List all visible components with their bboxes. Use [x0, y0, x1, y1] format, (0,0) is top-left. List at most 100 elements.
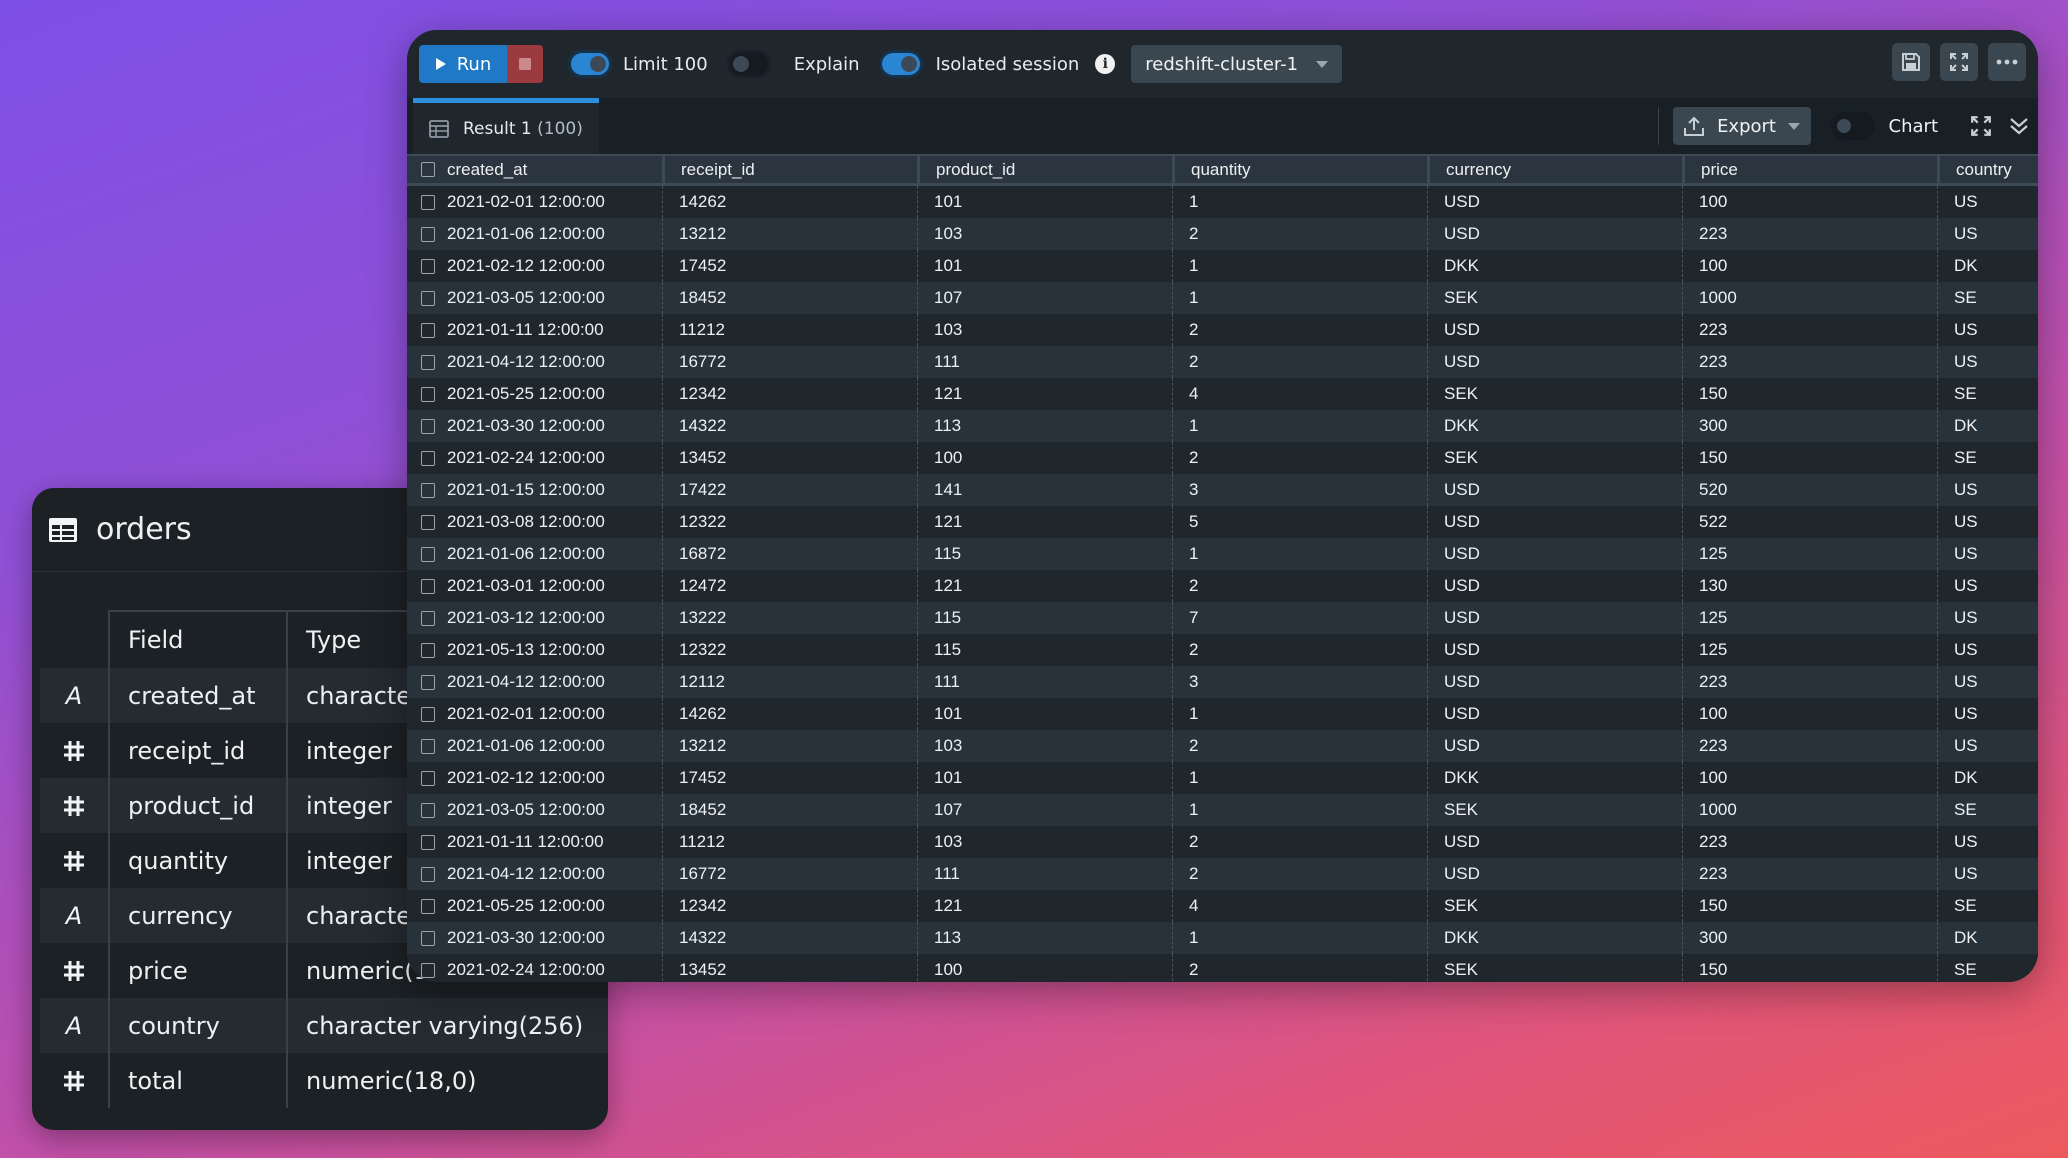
- row-checkbox[interactable]: [421, 610, 435, 626]
- cluster-select-value: redshift-cluster-1: [1145, 53, 1299, 75]
- cell-receipt-id: 16872: [662, 538, 917, 570]
- table-row[interactable]: 2021-03-12 12:00:00 13222 115 7 USD 125 US: [407, 602, 2038, 634]
- table-row[interactable]: 2021-02-24 12:00:00 13452 100 2 SEK 150 SE: [407, 954, 2038, 982]
- cell-currency: SEK: [1427, 442, 1682, 474]
- row-checkbox[interactable]: [421, 226, 435, 242]
- limit-toggle[interactable]: [571, 53, 609, 75]
- row-checkbox[interactable]: [421, 386, 435, 402]
- row-checkbox[interactable]: [421, 258, 435, 274]
- row-checkbox[interactable]: [421, 866, 435, 882]
- table-row[interactable]: 2021-01-06 12:00:00 13212 103 2 USD 223 US: [407, 730, 2038, 762]
- cell-price: 125: [1682, 602, 1937, 634]
- cell-receipt-id: 18452: [662, 282, 917, 314]
- table-row[interactable]: 2021-04-12 12:00:00 16772 111 2 USD 223 US: [407, 346, 2038, 378]
- number-type-icon: [40, 833, 108, 888]
- table-row[interactable]: 2021-03-30 12:00:00 14322 113 1 DKK 300 DK: [407, 410, 2038, 442]
- column-header-product-id[interactable]: product_id: [917, 156, 1172, 183]
- row-checkbox[interactable]: [421, 674, 435, 690]
- more-options-button[interactable]: [1988, 43, 2026, 81]
- expand-icon[interactable]: [1970, 115, 1992, 137]
- number-type-icon: [40, 1053, 108, 1108]
- select-all-checkbox[interactable]: [421, 162, 435, 177]
- explain-toggle[interactable]: [729, 53, 768, 75]
- cell-currency: USD: [1427, 698, 1682, 730]
- table-row[interactable]: 2021-02-12 12:00:00 17452 101 1 DKK 100 DK: [407, 762, 2038, 794]
- row-checkbox[interactable]: [421, 642, 435, 658]
- cell-quantity: 1: [1172, 922, 1427, 954]
- row-checkbox[interactable]: [421, 354, 435, 370]
- row-checkbox[interactable]: [421, 738, 435, 754]
- row-checkbox[interactable]: [421, 770, 435, 786]
- row-checkbox[interactable]: [421, 898, 435, 914]
- isolated-session-toggle[interactable]: [881, 53, 920, 75]
- column-header-currency[interactable]: currency: [1427, 156, 1682, 183]
- table-row[interactable]: 2021-01-11 12:00:00 11212 103 2 USD 223 US: [407, 826, 2038, 858]
- schema-field-row[interactable]: total numeric(18,0): [40, 1053, 608, 1108]
- table-row[interactable]: 2021-03-01 12:00:00 12472 121 2 USD 130 US: [407, 570, 2038, 602]
- double-chevron-down-icon[interactable]: [2008, 115, 2030, 137]
- cell-price: 522: [1682, 506, 1937, 538]
- cell-quantity: 2: [1172, 730, 1427, 762]
- column-header-receipt-id[interactable]: receipt_id: [662, 156, 917, 183]
- explain-label: Explain: [793, 53, 860, 75]
- column-header-created-at[interactable]: created_at: [407, 156, 662, 183]
- row-checkbox[interactable]: [421, 450, 435, 466]
- row-checkbox[interactable]: [421, 802, 435, 818]
- column-header-country[interactable]: country: [1937, 156, 2038, 183]
- cell-created-at: 2021-02-24 12:00:00: [407, 954, 662, 982]
- row-checkbox[interactable]: [421, 194, 435, 210]
- row-checkbox[interactable]: [421, 418, 435, 434]
- cell-quantity: 2: [1172, 346, 1427, 378]
- row-checkbox[interactable]: [421, 482, 435, 498]
- table-row[interactable]: 2021-01-06 12:00:00 13212 103 2 USD 223 US: [407, 218, 2038, 250]
- row-checkbox[interactable]: [421, 706, 435, 722]
- cell-currency: USD: [1427, 538, 1682, 570]
- table-row[interactable]: 2021-02-01 12:00:00 14262 101 1 USD 100 US: [407, 186, 2038, 218]
- column-header-quantity[interactable]: quantity: [1172, 156, 1427, 183]
- chart-toggle[interactable]: [1830, 112, 1875, 140]
- chevron-down-icon: [1316, 60, 1329, 68]
- row-checkbox[interactable]: [421, 834, 435, 850]
- cell-currency: SEK: [1427, 378, 1682, 410]
- table-row[interactable]: 2021-05-25 12:00:00 12342 121 4 SEK 150 SE: [407, 890, 2038, 922]
- row-checkbox[interactable]: [421, 578, 435, 594]
- row-checkbox[interactable]: [421, 290, 435, 306]
- table-row[interactable]: 2021-04-12 12:00:00 16772 111 2 USD 223 US: [407, 858, 2038, 890]
- row-checkbox[interactable]: [421, 930, 435, 946]
- table-row[interactable]: 2021-03-30 12:00:00 14322 113 1 DKK 300 DK: [407, 922, 2038, 954]
- cell-product-id: 121: [917, 570, 1172, 602]
- limit-label: Limit 100: [623, 53, 708, 75]
- table-row[interactable]: 2021-02-24 12:00:00 13452 100 2 SEK 150 SE: [407, 442, 2038, 474]
- table-row[interactable]: 2021-03-05 12:00:00 18452 107 1 SEK 1000 SE: [407, 794, 2038, 826]
- tab-result-1[interactable]: Result 1 (100): [413, 98, 599, 154]
- export-button[interactable]: Export: [1672, 107, 1811, 145]
- table-row[interactable]: 2021-01-11 12:00:00 11212 103 2 USD 223 US: [407, 314, 2038, 346]
- run-button[interactable]: Run: [419, 45, 507, 83]
- table-row[interactable]: 2021-04-12 12:00:00 12112 111 3 USD 223 US: [407, 666, 2038, 698]
- table-row[interactable]: 2021-03-05 12:00:00 18452 107 1 SEK 1000 SE: [407, 282, 2038, 314]
- table-row[interactable]: 2021-02-01 12:00:00 14262 101 1 USD 100 US: [407, 698, 2038, 730]
- row-checkbox[interactable]: [421, 546, 435, 562]
- row-checkbox[interactable]: [421, 322, 435, 338]
- more-icon: [1996, 59, 2018, 65]
- stop-button[interactable]: [507, 45, 543, 83]
- row-checkbox[interactable]: [421, 514, 435, 530]
- table-row[interactable]: 2021-01-06 12:00:00 16872 115 1 USD 125 US: [407, 538, 2038, 570]
- fullscreen-button[interactable]: [1940, 43, 1978, 81]
- save-button[interactable]: [1892, 43, 1930, 81]
- table-row[interactable]: 2021-02-12 12:00:00 17452 101 1 DKK 100 DK: [407, 250, 2038, 282]
- table-row[interactable]: 2021-01-15 12:00:00 17422 141 3 USD 520 US: [407, 474, 2038, 506]
- info-icon[interactable]: i: [1095, 54, 1116, 74]
- cell-price: 100: [1682, 698, 1937, 730]
- cell-product-id: 100: [917, 954, 1172, 982]
- row-checkbox[interactable]: [421, 962, 435, 978]
- cell-price: 300: [1682, 410, 1937, 442]
- table-row[interactable]: 2021-05-13 12:00:00 12322 115 2 USD 125 US: [407, 634, 2038, 666]
- schema-field-row[interactable]: Acountry character varying(256): [40, 998, 608, 1053]
- column-header-price[interactable]: price: [1682, 156, 1937, 183]
- cell-created-at: 2021-02-01 12:00:00: [407, 186, 662, 218]
- cluster-select[interactable]: redshift-cluster-1: [1131, 45, 1343, 83]
- table-row[interactable]: 2021-03-08 12:00:00 12322 121 5 USD 522 US: [407, 506, 2038, 538]
- table-row[interactable]: 2021-05-25 12:00:00 12342 121 4 SEK 150 SE: [407, 378, 2038, 410]
- cell-product-id: 113: [917, 922, 1172, 954]
